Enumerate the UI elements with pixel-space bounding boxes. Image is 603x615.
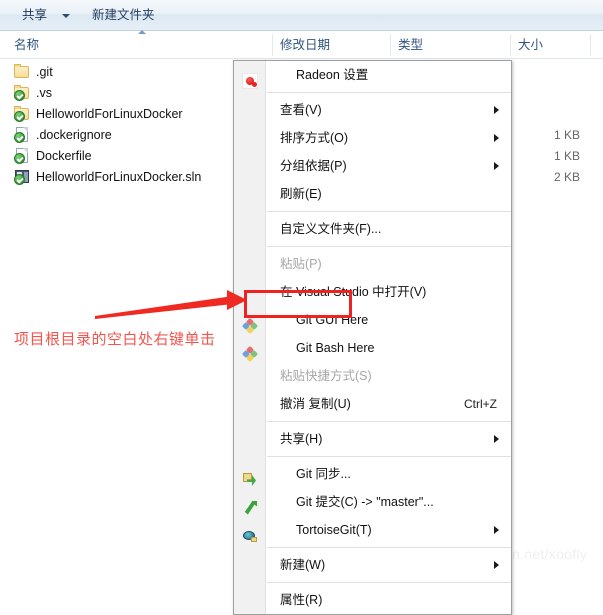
radeon-icon: [242, 73, 258, 89]
menu-separator: [267, 456, 511, 457]
git-icon: [241, 345, 260, 364]
menu-item-share[interactable]: 共享(H): [234, 425, 511, 453]
submenu-arrow-icon: [494, 134, 499, 142]
menu-item-customize-folder[interactable]: 自定义文件夹(F)...: [234, 215, 511, 243]
green-check-icon: [14, 153, 25, 164]
file-name: Dockerfile: [36, 149, 92, 163]
menu-separator: [267, 92, 511, 93]
submenu-arrow-icon: [494, 162, 499, 170]
submenu-arrow-icon: [494, 106, 499, 114]
green-check-icon: [14, 174, 25, 185]
menu-item-git-gui-here[interactable]: Git GUI Here: [234, 306, 511, 335]
toolbar-new-folder-button[interactable]: 新建文件夹: [92, 7, 155, 23]
column-divider[interactable]: [272, 34, 273, 56]
context-menu: Radeon 设置 查看(V) 排序方式(O) 分组依据(P) 刷新(E) 自定…: [233, 60, 512, 615]
menu-item-label: 粘贴快捷方式(S): [280, 369, 372, 383]
menu-item-label: Git GUI Here: [296, 313, 369, 327]
menu-item-properties[interactable]: 属性(R): [234, 586, 511, 614]
file-size: 1 KB: [553, 149, 580, 163]
file-name: .vs: [36, 86, 52, 100]
menu-separator: [267, 246, 511, 247]
menu-item-open-in-visual-studio[interactable]: 在 Visual Studio 中打开(V): [234, 278, 511, 306]
menu-item-label: 自定义文件夹(F)...: [280, 222, 382, 236]
menu-item-radeon-settings[interactable]: Radeon 设置: [234, 61, 511, 89]
solution-icon: [14, 169, 30, 185]
arrow-right-icon: [95, 290, 247, 319]
tortoise-icon: [242, 528, 258, 544]
menu-item-sort-by[interactable]: 排序方式(O): [234, 124, 511, 152]
chevron-down-icon[interactable]: [62, 14, 70, 18]
menu-item-label: 粘贴(P): [280, 257, 322, 271]
column-divider[interactable]: [510, 34, 511, 56]
menu-item-new[interactable]: 新建(W): [234, 551, 511, 579]
folder-icon: [14, 106, 30, 122]
menu-item-git-commit[interactable]: Git 提交(C) -> "master"...: [234, 488, 511, 516]
git-commit-icon: [242, 500, 258, 516]
toolbar-share-button[interactable]: 共享: [22, 7, 47, 23]
file-name: HelloworldForLinuxDocker.sln: [36, 170, 202, 184]
menu-item-label: Git 同步...: [296, 467, 351, 481]
menu-separator: [267, 421, 511, 422]
file-size: 1 KB: [553, 128, 580, 142]
menu-item-group-by[interactable]: 分组依据(P): [234, 152, 511, 180]
submenu-arrow-icon: [494, 435, 499, 443]
menu-item-view[interactable]: 查看(V): [234, 96, 511, 124]
menu-separator: [267, 211, 511, 212]
menu-item-label: Git 提交(C) -> "master"...: [296, 495, 434, 509]
column-divider[interactable]: [590, 34, 591, 56]
menu-item-label: 刷新(E): [280, 187, 322, 201]
column-header-row: 名称 修改日期 类型 大小: [0, 31, 603, 59]
menu-item-label: 新建(W): [280, 558, 326, 572]
submenu-arrow-icon: [494, 561, 499, 569]
menu-item-git-sync[interactable]: Git 同步...: [234, 460, 511, 488]
column-divider[interactable]: [390, 34, 391, 56]
sort-indicator-icon: [138, 30, 146, 34]
menu-item-paste: 粘贴(P): [234, 250, 511, 278]
submenu-arrow-icon: [494, 526, 499, 534]
menu-item-label: 在 Visual Studio 中打开(V): [280, 285, 427, 299]
menu-separator: [267, 582, 511, 583]
file-name: .git: [36, 65, 53, 79]
file-name: .dockerignore: [36, 128, 112, 142]
menu-item-tortoisegit[interactable]: TortoiseGit(T): [234, 516, 511, 544]
menu-item-label: 撤消 复制(U): [280, 397, 351, 411]
menu-item-label: TortoiseGit(T): [296, 523, 372, 537]
column-header-type[interactable]: 类型: [398, 37, 423, 53]
menu-item-git-bash-here[interactable]: Git Bash Here: [234, 334, 511, 364]
menu-item-label: Radeon 设置: [296, 68, 369, 82]
file-name: HelloworldForLinuxDocker: [36, 107, 183, 121]
menu-item-label: Git Bash Here: [296, 341, 375, 355]
column-header-name[interactable]: 名称: [14, 37, 39, 53]
menu-item-shortcut: Ctrl+Z: [464, 397, 497, 411]
annotation-text: 项目根目录的空白处右键单击: [14, 331, 216, 348]
menu-item-label: 属性(R): [280, 593, 323, 607]
green-check-icon: [14, 111, 25, 122]
menu-item-refresh[interactable]: 刷新(E): [234, 180, 511, 208]
column-header-size[interactable]: 大小: [518, 37, 543, 53]
file-size: 2 KB: [553, 170, 580, 184]
green-check-icon: [14, 90, 25, 101]
document-icon: [14, 127, 30, 143]
folder-icon: [14, 64, 30, 80]
git-sync-icon: [242, 472, 258, 488]
menu-item-undo-copy[interactable]: 撤消 复制(U) Ctrl+Z: [234, 390, 511, 418]
menu-separator: [267, 547, 511, 548]
menu-item-label: 查看(V): [280, 103, 322, 117]
menu-item-label: 分组依据(P): [280, 159, 347, 173]
green-check-icon: [14, 132, 25, 143]
menu-item-paste-shortcut: 粘贴快捷方式(S): [234, 362, 511, 390]
folder-icon: [14, 85, 30, 101]
column-header-date-modified[interactable]: 修改日期: [280, 37, 330, 53]
explorer-toolbar: 共享 新建文件夹: [0, 0, 603, 31]
menu-item-label: 排序方式(O): [280, 131, 349, 145]
menu-item-label: 共享(H): [280, 432, 323, 446]
document-icon: [14, 148, 30, 164]
